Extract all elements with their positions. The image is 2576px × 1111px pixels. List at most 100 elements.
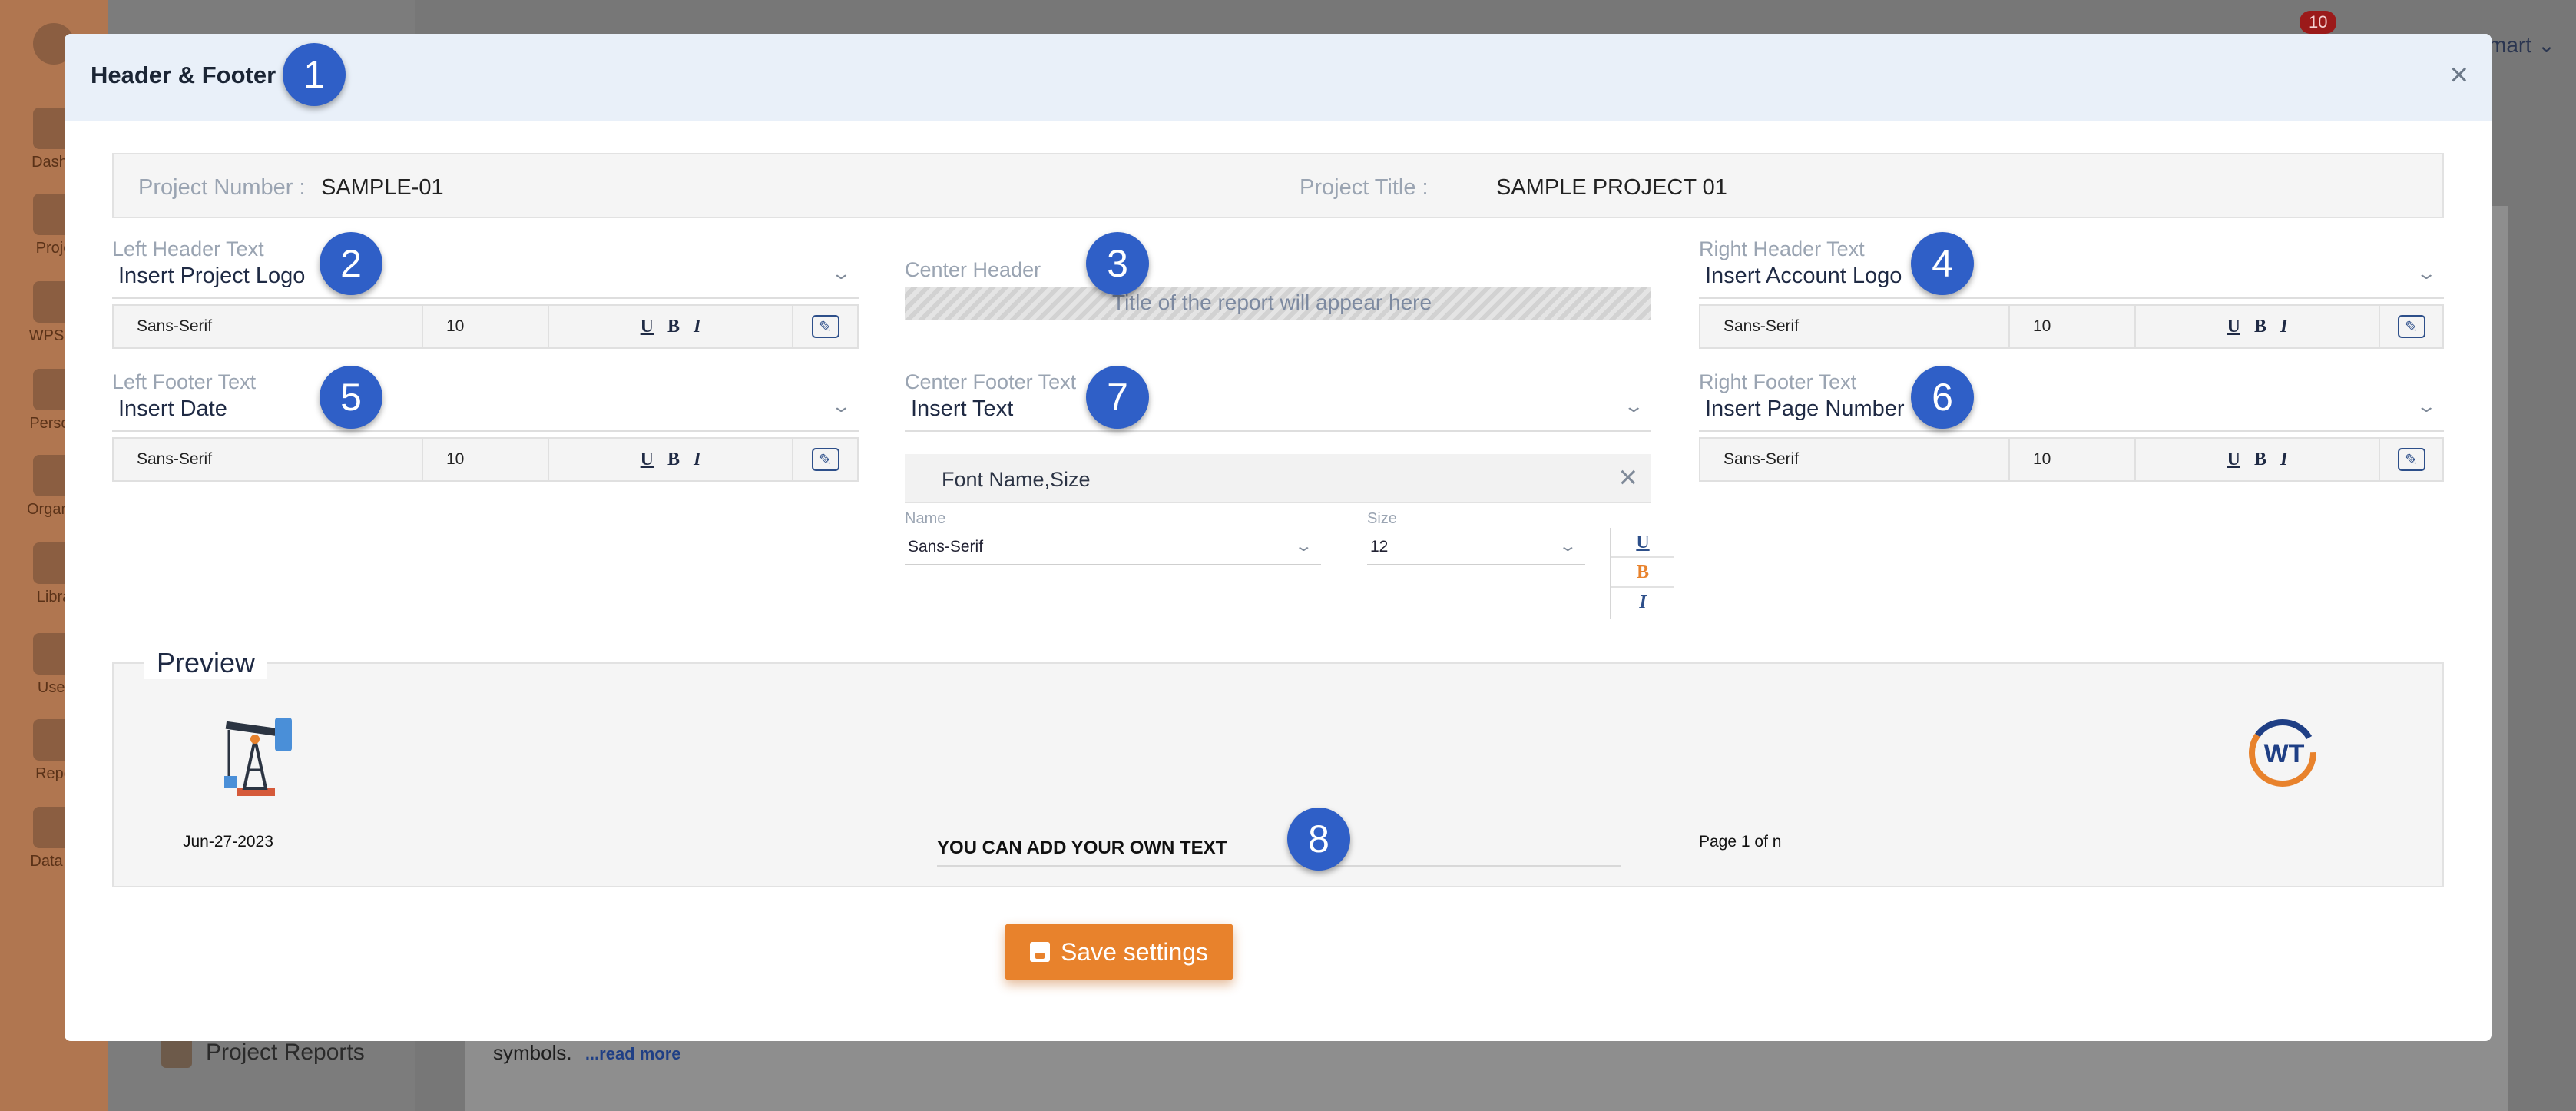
font-size-field[interactable]: 10 (2010, 306, 2136, 347)
right-header-label: Right Header Text (1699, 237, 1865, 260)
format-buttons: U B I (2136, 306, 2380, 347)
chevron-down-icon: ⌄ (829, 264, 852, 283)
bold-toggle[interactable]: B (1611, 558, 1674, 588)
font-size-value: 12 (1370, 538, 1389, 556)
left-header-label: Left Header Text (112, 237, 264, 260)
user-name: mart (2488, 33, 2531, 57)
left-header-value: Insert Project Logo (118, 264, 306, 288)
chevron-down-icon: ⌄ (1294, 538, 1314, 555)
italic-button[interactable]: I (2280, 449, 2287, 470)
format-buttons: U B I (549, 439, 793, 480)
left-footer-select[interactable]: Insert Date ⌄ (112, 393, 859, 432)
project-number-label: Project Number : (138, 175, 306, 200)
italic-button[interactable]: I (2280, 317, 2287, 337)
left-header-font-row: Sans-Serif 10 U B I ✎ (112, 304, 859, 349)
underline-button[interactable]: U (2227, 449, 2240, 470)
project-title-value: SAMPLE PROJECT 01 (1496, 175, 1727, 200)
left-footer-font-row: Sans-Serif 10 U B I ✎ (112, 437, 859, 482)
right-footer-select[interactable]: Insert Page Number ⌄ (1699, 393, 2444, 432)
edit-icon[interactable]: ✎ (811, 315, 839, 338)
font-name-field[interactable]: Sans-Serif (114, 306, 423, 347)
step-marker-7: 7 (1086, 366, 1149, 429)
preview-panel: Preview Jun-27-2023 YOU CAN ADD YOUR OWN… (112, 647, 2444, 887)
project-number-value: SAMPLE-01 (321, 175, 444, 200)
project-title-label: Project Title : (1300, 175, 1429, 200)
right-footer-font-row: Sans-Serif 10 U B I ✎ (1699, 437, 2444, 482)
notification-badge[interactable]: 10 (2300, 11, 2337, 34)
step-marker-5: 5 (320, 366, 382, 429)
bold-button[interactable]: B (667, 317, 680, 337)
edit-icon[interactable]: ✎ (2397, 448, 2425, 471)
font-size-field[interactable]: 10 (2010, 439, 2136, 480)
center-footer-value: Insert Text (911, 396, 1014, 421)
format-buttons: U B I (2136, 439, 2380, 480)
nav-item-project-reports[interactable]: Project Reports (161, 1037, 365, 1068)
left-footer-label: Left Footer Text (112, 370, 257, 393)
header-footer-dialog: Header & Footer × 1 Project Number : SAM… (65, 34, 2492, 1041)
read-more-link[interactable]: ...read more (585, 1044, 681, 1063)
right-footer-value: Insert Page Number (1705, 396, 1905, 421)
chevron-down-icon: ⌄ (829, 396, 852, 416)
font-name-field[interactable]: Sans-Serif (1700, 439, 2010, 480)
center-footer-label: Center Footer Text (905, 370, 1077, 393)
font-size-field[interactable]: 10 (423, 306, 549, 347)
bold-button[interactable]: B (2254, 317, 2266, 337)
dialog-header: Header & Footer × (65, 34, 2492, 121)
edit-icon[interactable]: ✎ (811, 448, 839, 471)
center-header-placeholder: Title of the report will appear here (1112, 290, 1432, 314)
font-size-field[interactable]: 10 (423, 439, 549, 480)
user-menu[interactable]: mart ⌄ (2488, 32, 2555, 58)
floppy-disk-icon (1029, 942, 1050, 962)
font-name-select[interactable]: Sans-Serif ⌄ (905, 527, 1321, 565)
bold-button[interactable]: B (2254, 449, 2266, 470)
report-icon (161, 1037, 192, 1068)
font-panel-title: Font Name,Size (942, 468, 1091, 491)
edit-cell: ✎ (793, 439, 857, 480)
underline-button[interactable]: U (641, 317, 654, 337)
format-buttons: U B I (549, 306, 793, 347)
preview-center-footer: YOU CAN ADD YOUR OWN TEXT (937, 837, 1621, 867)
company-logo-icon: WT (2249, 719, 2316, 787)
underline-button[interactable]: U (2227, 317, 2240, 337)
italic-toggle[interactable]: I (1611, 588, 1674, 618)
logo-text: WT (2264, 739, 2305, 768)
font-size-select[interactable]: 12 ⌄ (1367, 527, 1585, 565)
italic-button[interactable]: I (694, 449, 700, 470)
snippet-text: symbols. (493, 1041, 572, 1064)
center-header-field: Title of the report will appear here (905, 287, 1651, 320)
right-header-select[interactable]: Insert Account Logo ⌄ (1699, 260, 2444, 299)
close-icon[interactable]: × (2449, 58, 2468, 91)
step-marker-2: 2 (320, 232, 382, 295)
font-name-field[interactable]: Sans-Serif (114, 439, 423, 480)
left-header-select[interactable]: Insert Project Logo ⌄ (112, 260, 859, 299)
description-snippet: symbols. ...read more (493, 1041, 681, 1065)
underline-toggle[interactable]: U (1611, 528, 1674, 558)
close-icon[interactable]: × (1618, 459, 1637, 496)
chevron-down-icon: ⌄ (2415, 264, 2437, 283)
right-header-font-row: Sans-Serif 10 U B I ✎ (1699, 304, 2444, 349)
chevron-down-icon: ⌄ (2415, 396, 2437, 416)
center-footer-select[interactable]: Insert Text ⌄ (905, 393, 1651, 432)
preview-left-footer: Jun-27-2023 (183, 833, 273, 851)
right-footer-label: Right Footer Text (1699, 370, 1857, 393)
edit-icon[interactable]: ✎ (2397, 315, 2425, 338)
underline-button[interactable]: U (641, 449, 654, 470)
dialog-title: Header & Footer (91, 61, 276, 88)
nav-item-label: Project Reports (206, 1040, 365, 1065)
step-marker-3: 3 (1086, 232, 1149, 295)
chevron-down-icon: ⌄ (1558, 538, 1578, 555)
save-settings-button[interactable]: Save settings (1005, 924, 1233, 980)
chevron-down-icon: ⌄ (2537, 33, 2556, 57)
font-name-field[interactable]: Sans-Serif (1700, 306, 2010, 347)
format-toggle-stack: U B I (1610, 528, 1674, 619)
step-marker-4: 4 (1911, 232, 1974, 295)
bold-button[interactable]: B (667, 449, 680, 470)
project-info-bar: Project Number : SAMPLE-01 Project Title… (112, 153, 2444, 218)
save-settings-label: Save settings (1060, 937, 1209, 966)
center-header-label: Center Header (905, 258, 1041, 281)
font-name-label: Name (905, 510, 946, 527)
font-panel-header: Font Name,Size × (905, 454, 1651, 503)
italic-button[interactable]: I (694, 317, 700, 337)
oil-pump-icon (224, 718, 292, 796)
preview-legend: Preview (144, 647, 268, 679)
